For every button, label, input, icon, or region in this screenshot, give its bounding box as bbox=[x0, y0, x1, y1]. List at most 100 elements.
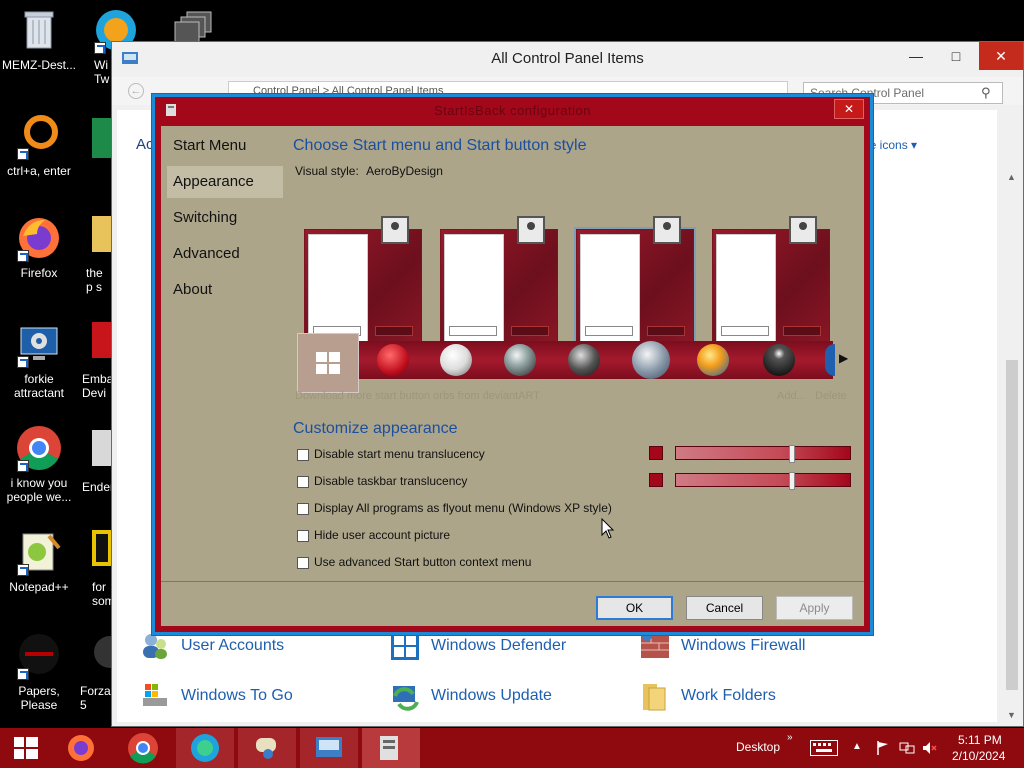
customize-heading: Customize appearance bbox=[293, 420, 458, 437]
close-button[interactable]: ✕ bbox=[979, 42, 1023, 70]
dialog-body: Start Menu Appearance Switching Advanced… bbox=[161, 126, 864, 626]
orb-windows7-white-icon[interactable] bbox=[440, 344, 472, 376]
orb-windows8-icon[interactable] bbox=[297, 333, 359, 393]
taskbar-edge-icon[interactable] bbox=[176, 728, 234, 768]
option-disable-taskbar-translucency[interactable]: Disable taskbar translucency bbox=[297, 474, 467, 488]
sidebar-item-appearance[interactable]: Appearance bbox=[167, 166, 283, 198]
taskbar-messenger-icon[interactable] bbox=[238, 728, 296, 768]
preview-search-box bbox=[585, 326, 633, 336]
taskbar-startisback-icon[interactable] bbox=[362, 728, 420, 768]
volume-muted-icon[interactable] bbox=[922, 740, 938, 756]
desktop-icon-chrome[interactable]: i know you people we... bbox=[0, 424, 78, 504]
chevron-down-icon: ▾ bbox=[911, 138, 918, 152]
cp-item-windows-to-go[interactable]: Windows To Go bbox=[139, 680, 293, 712]
vertical-scrollbar[interactable]: ▲ ▼ bbox=[1003, 170, 1021, 722]
orb-scroll-right-icon[interactable]: ▶ bbox=[839, 351, 848, 365]
network-icon[interactable] bbox=[899, 740, 915, 756]
clock-time[interactable]: 5:11 PM bbox=[958, 733, 1002, 747]
notepadpp-icon bbox=[15, 528, 63, 576]
desktop-icon-ctrl-a[interactable]: ctrl+a, enter bbox=[0, 112, 78, 178]
desktop-icon-forza[interactable]: Forza 5 bbox=[78, 632, 126, 712]
dialog-close-button[interactable]: ✕ bbox=[834, 99, 864, 119]
style-heading: Choose Start menu and Start button style bbox=[293, 137, 587, 154]
style-option-3[interactable] bbox=[574, 216, 696, 349]
taskbar-chrome-icon[interactable] bbox=[114, 728, 172, 768]
checkbox[interactable] bbox=[297, 448, 309, 461]
desktop-icon-ender[interactable]: Ender bbox=[78, 428, 114, 494]
desktop-icon-label: Firefox bbox=[20, 266, 58, 280]
style-option-4[interactable] bbox=[712, 216, 830, 347]
option-hide-user-picture[interactable]: Hide user account picture bbox=[297, 528, 450, 542]
orb-windows-vista-icon[interactable] bbox=[697, 344, 729, 376]
shortcut-arrow-icon bbox=[17, 356, 29, 368]
orb-windows-silver-icon[interactable] bbox=[632, 341, 670, 379]
cancel-button[interactable]: Cancel bbox=[686, 596, 763, 620]
cp-item-windows-update[interactable]: Windows Update bbox=[389, 680, 552, 712]
control-panel-titlebar[interactable]: All Control Panel Items — □ ✕ bbox=[112, 42, 1023, 75]
desktop-icon-recycle-bin[interactable]: MEMZ-Dest... bbox=[0, 6, 78, 72]
download-orbs-link[interactable]: Download more start button orbs from dev… bbox=[295, 390, 540, 402]
checkbox[interactable] bbox=[297, 502, 309, 515]
orb-windows7-dark-icon[interactable] bbox=[504, 344, 536, 376]
sidebar-item-advanced[interactable]: Advanced bbox=[167, 238, 283, 270]
style-option-1[interactable] bbox=[304, 216, 422, 347]
search-icon[interactable]: ⚲ bbox=[981, 85, 995, 100]
scroll-down-icon[interactable]: ▼ bbox=[1007, 710, 1016, 720]
back-arrow-icon[interactable]: ← bbox=[128, 83, 144, 99]
desktop-toolbar-label[interactable]: Desktop bbox=[736, 740, 780, 754]
touch-keyboard-icon[interactable] bbox=[810, 740, 838, 756]
recycle-bin-icon bbox=[15, 6, 63, 54]
desktop-icon-embarcadero[interactable]: Emba Devi bbox=[78, 320, 113, 400]
show-hidden-icons-icon[interactable]: ▲ bbox=[852, 741, 862, 752]
dialog-separator bbox=[161, 581, 864, 582]
start-button[interactable] bbox=[0, 728, 58, 768]
desktop-icon-label: for some bbox=[92, 580, 122, 608]
taskbar-color-swatch[interactable] bbox=[649, 473, 663, 487]
orb-windows-black-icon[interactable] bbox=[568, 344, 600, 376]
cp-item-work-folders[interactable]: Work Folders bbox=[639, 680, 776, 712]
visual-style-row: Visual style: AeroByDesign bbox=[295, 164, 443, 178]
stacked-windows-icon[interactable] bbox=[173, 10, 215, 44]
option-advanced-context-menu[interactable]: Use advanced Start button context menu bbox=[297, 555, 531, 569]
sidebar-item-switching[interactable]: Switching bbox=[167, 202, 283, 234]
taskbar-control-panel-icon[interactable] bbox=[300, 728, 358, 768]
option-disable-start-menu-translucency[interactable]: Disable start menu translucency bbox=[297, 447, 485, 461]
desktop-icon-notepadpp[interactable]: Notepad++ bbox=[0, 528, 78, 594]
start-menu-translucency-slider[interactable] bbox=[675, 445, 851, 463]
papers-please-icon bbox=[15, 632, 63, 680]
slider-thumb[interactable] bbox=[789, 445, 795, 463]
start-menu-color-swatch[interactable] bbox=[649, 446, 663, 460]
minimize-button[interactable]: — bbox=[897, 42, 935, 70]
apply-button[interactable]: Apply bbox=[776, 596, 853, 620]
orb-partial-icon[interactable] bbox=[825, 344, 835, 376]
add-orb-link[interactable]: Add... bbox=[777, 390, 806, 402]
toolbar-expand-icon[interactable]: » bbox=[787, 732, 793, 743]
maximize-button[interactable]: □ bbox=[937, 42, 975, 70]
sidebar-item-about[interactable]: About bbox=[167, 274, 283, 306]
dialog-titlebar[interactable]: StartIsBack configuration ✕ bbox=[155, 97, 870, 123]
delete-orb-link[interactable]: Delete bbox=[815, 390, 847, 402]
desktop-icon-folder[interactable]: the p s bbox=[78, 214, 112, 294]
taskbar-translucency-slider[interactable] bbox=[675, 472, 851, 490]
desktop-icon-black-app[interactable]: for some bbox=[78, 528, 122, 608]
desktop-icon-firefox[interactable]: Firefox bbox=[0, 214, 78, 280]
checkbox[interactable] bbox=[297, 475, 309, 488]
style-option-2[interactable] bbox=[440, 216, 558, 347]
clock-date[interactable]: 2/10/2024 bbox=[952, 749, 1005, 763]
action-center-flag-icon[interactable] bbox=[876, 740, 890, 756]
ok-button[interactable]: OK bbox=[596, 596, 673, 620]
desktop-icon-forkie[interactable]: forkie attractant bbox=[0, 320, 78, 400]
option-flyout-all-programs[interactable]: Display All programs as flyout menu (Win… bbox=[297, 501, 612, 515]
slider-thumb[interactable] bbox=[789, 472, 795, 490]
checkbox[interactable] bbox=[297, 529, 309, 542]
orb-black-glass-icon[interactable] bbox=[763, 344, 795, 376]
desktop-icon-papers-please[interactable]: Papers, Please bbox=[0, 632, 78, 712]
desktop-icon-hx[interactable] bbox=[78, 118, 112, 170]
taskbar-firefox-icon[interactable] bbox=[52, 728, 110, 768]
cp-item-label: Work Folders bbox=[681, 687, 776, 704]
sidebar-item-start-menu[interactable]: Start Menu bbox=[167, 130, 283, 162]
checkbox[interactable] bbox=[297, 556, 309, 569]
scroll-up-icon[interactable]: ▲ bbox=[1007, 172, 1016, 182]
scrollbar-thumb[interactable] bbox=[1006, 360, 1018, 690]
orb-christmas-ornament-icon[interactable] bbox=[377, 344, 409, 376]
